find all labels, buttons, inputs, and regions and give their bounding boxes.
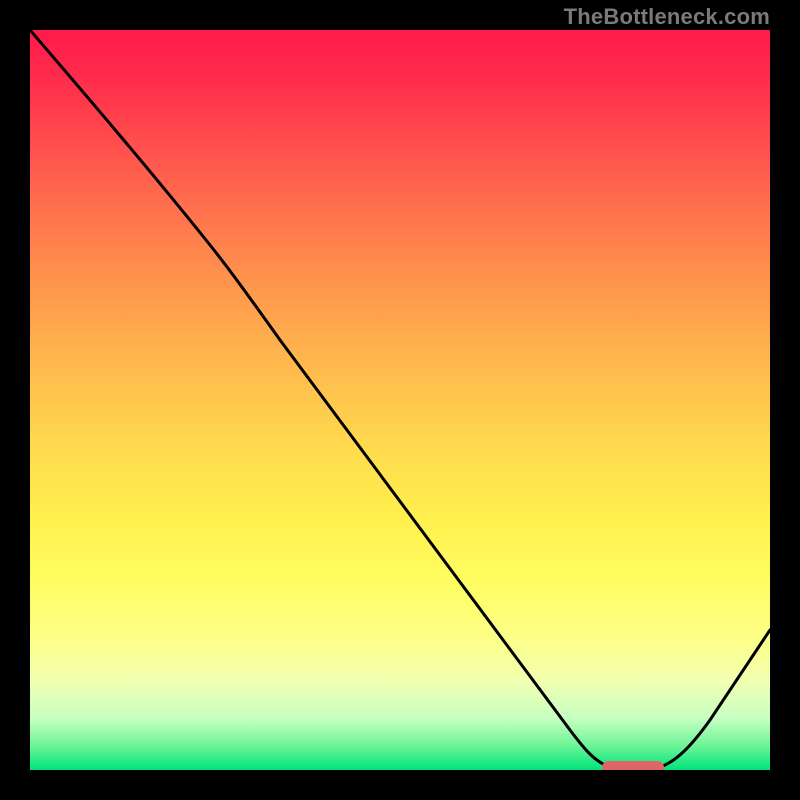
- chart-area: [30, 30, 770, 770]
- watermark-text: TheBottleneck.com: [564, 4, 770, 30]
- chart-background-gradient: [30, 30, 770, 770]
